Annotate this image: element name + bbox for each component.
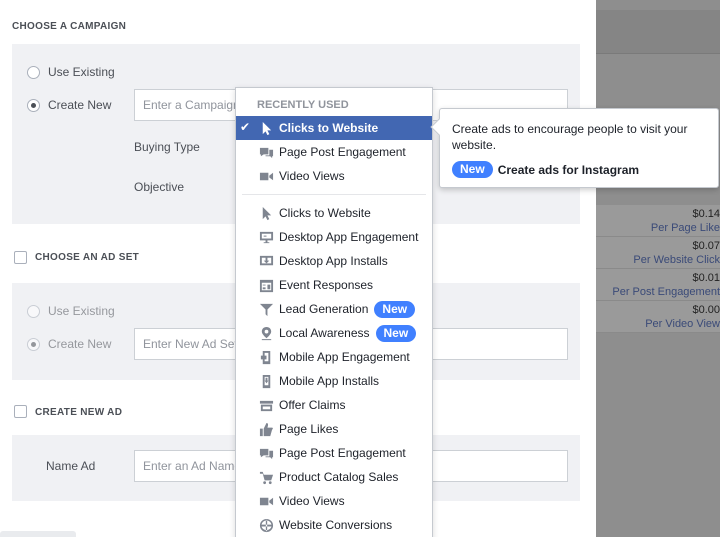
video-icon bbox=[257, 492, 275, 510]
dropdown-divider bbox=[242, 194, 426, 195]
objective-option-label: Local Awareness bbox=[279, 326, 370, 340]
cost-unit: Per Video View bbox=[645, 318, 720, 330]
objective-option-label: Clicks to Website bbox=[279, 206, 371, 220]
tooltip-text: Create ads to encourage people to visit … bbox=[452, 122, 688, 152]
calendar-icon bbox=[257, 276, 275, 294]
check-icon: ✔ bbox=[240, 120, 251, 134]
objective-tooltip: Create ads to encourage people to visit … bbox=[430, 108, 719, 188]
objective-option-label: Page Likes bbox=[279, 422, 339, 436]
thumbs-up-icon bbox=[257, 420, 275, 438]
background-page: $0.14 Per Page Like $0.07 Per Website Click… bbox=[596, 0, 720, 537]
objective-option-label: Page Post Engagement bbox=[279, 145, 406, 159]
globe-icon bbox=[257, 516, 275, 534]
objective-option-label: Desktop App Installs bbox=[279, 254, 388, 268]
objective-option-label: Video Views bbox=[279, 169, 345, 183]
ad-set-use-existing-label: Use Existing bbox=[48, 304, 115, 318]
background-cost-row: $0.07 Per Website Click bbox=[596, 237, 720, 269]
buying-type-label: Buying Type bbox=[134, 140, 200, 154]
objective-option-video-views[interactable]: Video Views bbox=[236, 164, 432, 188]
background-cost-list: $0.14 Per Page Like $0.07 Per Website Click… bbox=[596, 205, 720, 333]
cost-amount: $0.01 bbox=[692, 272, 720, 284]
objective-dropdown: RECENTLY USED ✔ Clicks to Website Page Pos… bbox=[235, 87, 433, 537]
objective-option-page-post-engagement[interactable]: Page Post Engagement bbox=[236, 441, 432, 465]
objective-option-label: Mobile App Installs bbox=[279, 374, 380, 388]
radio-icon[interactable] bbox=[27, 304, 40, 318]
objective-option-label: Video Views bbox=[279, 494, 345, 508]
video-icon bbox=[257, 167, 275, 185]
objective-option-label: Mobile App Engagement bbox=[279, 350, 410, 364]
funnel-icon bbox=[257, 300, 275, 318]
desktop-app-icon bbox=[257, 228, 275, 246]
campaign-use-existing-label: Use Existing bbox=[48, 65, 115, 79]
objective-option-label: Offer Claims bbox=[279, 398, 346, 412]
create-ad-checkbox[interactable] bbox=[14, 405, 27, 418]
campaign-section-title: CHOOSE A CAMPAIGN bbox=[12, 21, 127, 32]
cursor-icon bbox=[257, 119, 275, 137]
post-engagement-icon bbox=[257, 444, 275, 462]
ad-name-label: Name Ad bbox=[46, 459, 96, 473]
objective-option-page-post-engagement[interactable]: Page Post Engagement bbox=[236, 140, 432, 164]
desktop-install-icon bbox=[257, 252, 275, 270]
cost-unit: Per Page Like bbox=[650, 222, 720, 234]
new-badge: New bbox=[374, 300, 416, 318]
objective-option-label: Desktop App Engagement bbox=[279, 230, 419, 244]
mobile-app-icon bbox=[257, 348, 275, 366]
objective-label: Objective bbox=[134, 180, 185, 194]
objective-option-offer-claims[interactable]: Offer Claims bbox=[236, 393, 432, 417]
radio-icon[interactable] bbox=[27, 65, 40, 79]
ad-set-use-existing-option[interactable]: Use Existing bbox=[27, 304, 115, 318]
objective-option-label: Lead Generation bbox=[279, 302, 369, 316]
objective-option-label: Page Post Engagement bbox=[279, 446, 406, 460]
objective-option-website-conversions[interactable]: Website Conversions bbox=[236, 513, 432, 537]
objective-option-video-views[interactable]: Video Views bbox=[236, 489, 432, 513]
objective-option-label: Website Conversions bbox=[279, 518, 393, 532]
objective-option-mobile-app-engagement[interactable]: Mobile App Engagement bbox=[236, 345, 432, 369]
campaign-create-new-option[interactable]: Create New bbox=[27, 98, 111, 112]
objective-option-event-responses[interactable]: Event Responses bbox=[236, 273, 432, 297]
cost-amount: $0.14 bbox=[692, 208, 720, 220]
radio-selected-icon[interactable] bbox=[27, 98, 40, 112]
ad-set-create-new-label: Create New bbox=[48, 337, 112, 351]
ad-set-create-new-option[interactable]: Create New bbox=[27, 337, 111, 351]
objective-option-clicks-to-website[interactable]: Clicks to Website bbox=[236, 201, 432, 225]
objective-option-local-awareness[interactable]: Local Awareness New bbox=[236, 321, 432, 345]
background-header-bar bbox=[596, 10, 720, 54]
new-badge: New bbox=[375, 324, 417, 342]
offer-icon bbox=[257, 396, 275, 414]
new-badge: New bbox=[452, 161, 493, 178]
objective-option-label: Product Catalog Sales bbox=[279, 470, 399, 484]
objective-option-label: Event Responses bbox=[279, 278, 374, 292]
footer-button[interactable] bbox=[0, 531, 76, 537]
objective-option-desktop-app-engagement[interactable]: Desktop App Engagement bbox=[236, 225, 432, 249]
objective-option-lead-generation[interactable]: Lead Generation New bbox=[236, 297, 432, 321]
instagram-row: New Create ads for Instagram bbox=[452, 161, 708, 178]
background-cost-row: $0.01 Per Post Engagement bbox=[596, 269, 720, 301]
campaign-create-new-label: Create New bbox=[48, 98, 112, 112]
cost-unit: Per Post Engagement bbox=[612, 286, 720, 298]
instagram-text: Create ads for Instagram bbox=[497, 162, 640, 177]
objective-option-page-likes[interactable]: Page Likes bbox=[236, 417, 432, 441]
mobile-install-icon bbox=[257, 372, 275, 390]
location-pin-icon bbox=[257, 324, 275, 342]
post-engagement-icon bbox=[257, 143, 275, 161]
cursor-icon bbox=[257, 204, 275, 222]
objective-option-label: Clicks to Website bbox=[279, 121, 379, 135]
cost-amount: $0.00 bbox=[692, 304, 720, 316]
ad-set-checkbox[interactable] bbox=[14, 251, 27, 264]
cost-unit: Per Website Click bbox=[633, 254, 720, 266]
objective-option-desktop-app-installs[interactable]: Desktop App Installs bbox=[236, 249, 432, 273]
ad-section-title: CREATE NEW AD bbox=[35, 407, 123, 418]
cart-icon bbox=[257, 468, 275, 486]
background-cost-row: $0.14 Per Page Like bbox=[596, 205, 720, 237]
cost-amount: $0.07 bbox=[692, 240, 720, 252]
background-cost-row: $0.00 Per Video View bbox=[596, 301, 720, 333]
objective-option-product-catalog-sales[interactable]: Product Catalog Sales bbox=[236, 465, 432, 489]
objective-option-mobile-app-installs[interactable]: Mobile App Installs bbox=[236, 369, 432, 393]
objective-option-clicks-to-website[interactable]: ✔ Clicks to Website bbox=[236, 116, 432, 140]
ad-set-section-title: CHOOSE AN AD SET bbox=[35, 252, 140, 263]
recently-used-header: RECENTLY USED bbox=[257, 99, 349, 111]
radio-selected-icon[interactable] bbox=[27, 337, 40, 351]
campaign-use-existing-option[interactable]: Use Existing bbox=[27, 65, 115, 79]
